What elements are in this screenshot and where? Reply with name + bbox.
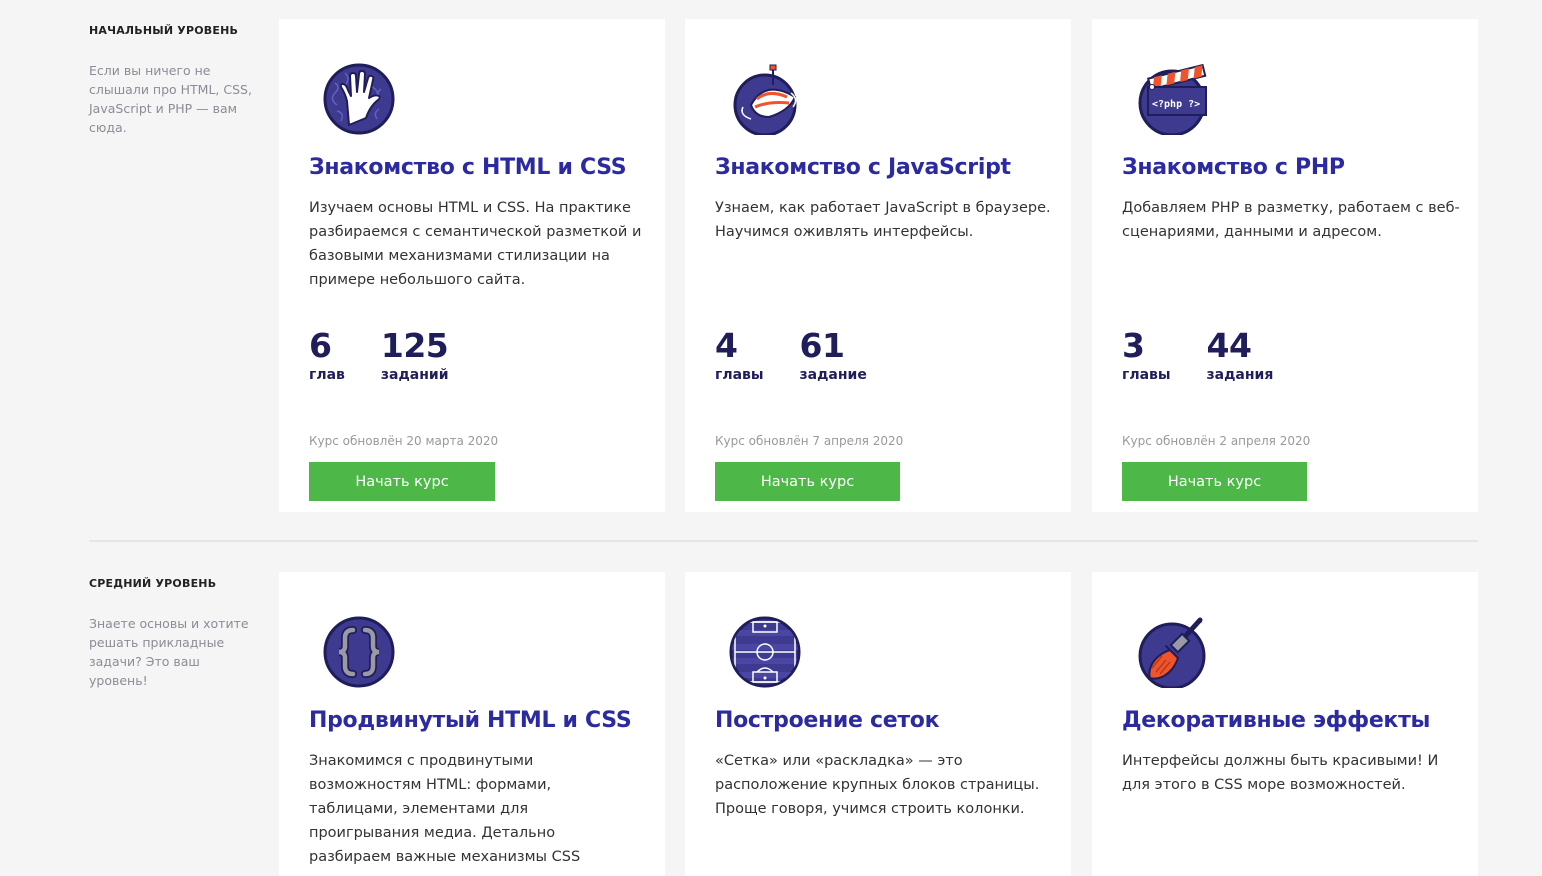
course-title[interactable]: Построение сеток [715, 708, 939, 733]
course-title[interactable]: Знакомство с PHP [1122, 155, 1345, 180]
course-card-decorative[interactable]: Декоративные эффекты Интерфейсы должны б… [1092, 572, 1478, 876]
stat-value: 61 [800, 326, 867, 366]
course-card-html-css[interactable]: Знакомство с HTML и CSS Изучаем основы H… [279, 19, 665, 512]
course-card-advanced-html-css[interactable]: Продвинутый HTML и CSS Знакомимся с прод… [279, 572, 665, 876]
level-description: Если вы ничего не слышали про HTML, CSS,… [89, 61, 259, 137]
course-title[interactable]: Продвинутый HTML и CSS [309, 708, 631, 733]
course-card-grids[interactable]: Построение сеток «Сетка» или «раскладка»… [685, 572, 1071, 876]
course-description: Изучаем основы HTML и CSS. На практике р… [309, 196, 649, 292]
stat-chapters: 4 главы [715, 326, 764, 383]
svg-text:<?php ?>: <?php ?> [1152, 99, 1200, 110]
course-title[interactable]: Декоративные эффекты [1122, 708, 1430, 733]
stat-label: задание [800, 367, 867, 383]
stat-value: 6 [309, 326, 345, 366]
course-updated: Курс обновлён 7 апреля 2020 [715, 434, 903, 448]
stat-tasks: 125 заданий [381, 326, 449, 383]
course-description: Знакомимся с продвинутыми возможностям H… [309, 749, 609, 869]
stat-value: 44 [1207, 326, 1274, 366]
football-field-icon [729, 616, 801, 688]
level-title: НАЧАЛЬНЫЙ УРОВЕНЬ [89, 24, 259, 37]
stat-tasks: 61 задание [800, 326, 867, 383]
course-title[interactable]: Знакомство с HTML и CSS [309, 155, 626, 180]
course-stats: 6 глав 125 заданий [309, 326, 485, 383]
stat-label: заданий [381, 367, 449, 383]
curly-braces-icon [323, 616, 395, 688]
stat-tasks: 44 задания [1207, 326, 1274, 383]
course-title[interactable]: Знакомство с JavaScript [715, 155, 1011, 180]
course-description: Узнаем, как работает JavaScript в браузе… [715, 196, 1055, 244]
course-description: Добавляем PHP в разметку, работаем с веб… [1122, 196, 1462, 244]
level-info: СРЕДНИЙ УРОВЕНЬ Знаете основы и хотите р… [89, 553, 259, 690]
course-stats: 3 главы 44 задания [1122, 326, 1309, 383]
start-course-button[interactable]: Начать курс [1122, 462, 1307, 501]
course-updated: Курс обновлён 2 апреля 2020 [1122, 434, 1310, 448]
stat-label: главы [715, 367, 764, 383]
stat-chapters: 6 глав [309, 326, 345, 383]
course-description: Интерфейсы должны быть красивыми! И для … [1122, 749, 1462, 797]
stat-chapters: 3 главы [1122, 326, 1171, 383]
stat-label: главы [1122, 367, 1171, 383]
spinning-top-icon [729, 63, 801, 135]
spock-hand-icon [323, 63, 395, 135]
start-course-button[interactable]: Начать курс [715, 462, 900, 501]
clapperboard-icon: <?php ?> [1136, 63, 1208, 135]
level-divider [89, 540, 1478, 542]
start-course-button[interactable]: Начать курс [309, 462, 495, 501]
stat-label: глав [309, 367, 345, 383]
level-info: НАЧАЛЬНЫЙ УРОВЕНЬ Если вы ничего не слыш… [89, 0, 259, 137]
course-card-php[interactable]: <?php ?> Знакомство с PHP Добавляем PHP … [1092, 19, 1478, 512]
level-description: Знаете основы и хотите решать прикладные… [89, 614, 259, 690]
stat-label: задания [1207, 367, 1274, 383]
paint-brush-icon [1136, 616, 1208, 688]
course-card-javascript[interactable]: Знакомство с JavaScript Узнаем, как рабо… [685, 19, 1071, 512]
course-updated: Курс обновлён 20 марта 2020 [309, 434, 498, 448]
level-title: СРЕДНИЙ УРОВЕНЬ [89, 577, 259, 590]
course-description: «Сетка» или «раскладка» — это расположен… [715, 749, 1055, 821]
stat-value: 3 [1122, 326, 1171, 366]
stat-value: 125 [381, 326, 449, 366]
stat-value: 4 [715, 326, 764, 366]
course-stats: 4 главы 61 задание [715, 326, 903, 383]
